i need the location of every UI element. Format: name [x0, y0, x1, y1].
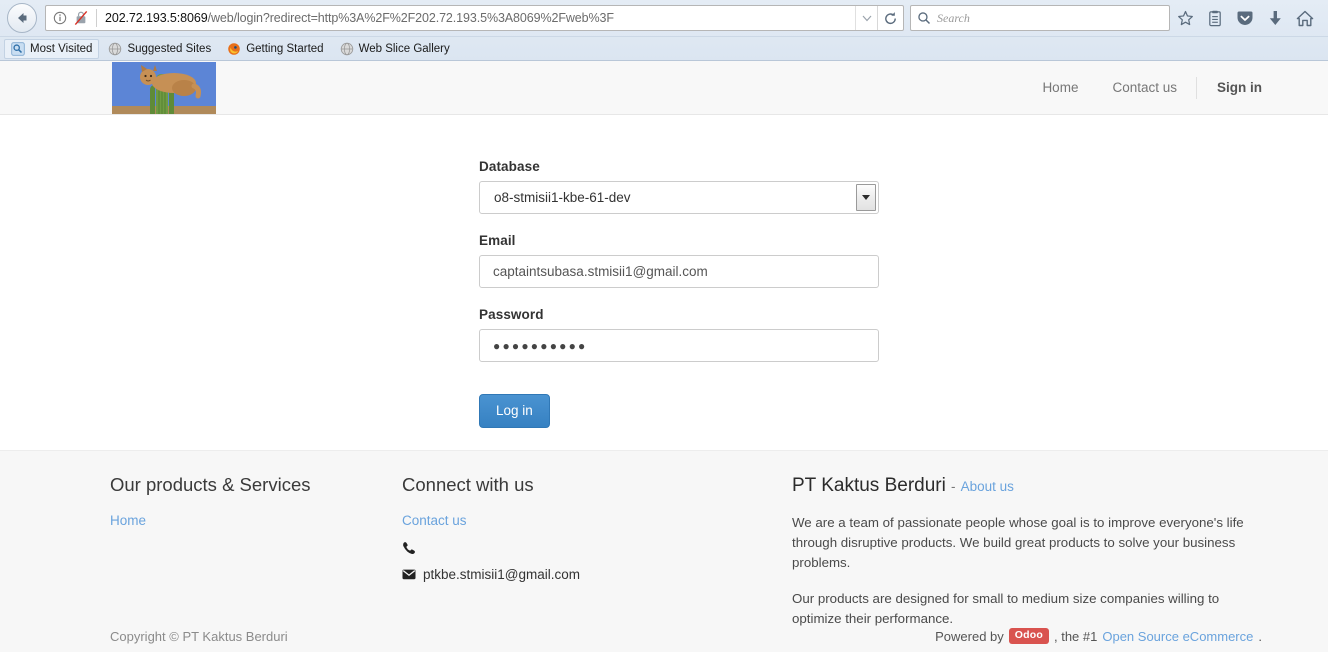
- address-bar-icons: [46, 10, 96, 26]
- bookmark-label: Web Slice Gallery: [359, 43, 450, 55]
- star-icon: [1177, 10, 1194, 27]
- downloads-button[interactable]: [1266, 9, 1284, 27]
- bookmark-suggested-sites[interactable]: Suggested Sites: [101, 39, 218, 59]
- address-bar-url[interactable]: 202.72.193.5:8069/web/login?redirect=htt…: [97, 11, 855, 25]
- copyright-text: Copyright © PT Kaktus Berduri: [110, 629, 288, 644]
- footer-products-title: Our products & Services: [110, 473, 402, 497]
- search-bar[interactable]: Search: [910, 5, 1170, 31]
- login-form: Database o8-stmisii1-kbe-61-dev Email Pa…: [479, 159, 879, 428]
- footer-company-title: PT Kaktus Berduri - About us: [792, 473, 1262, 499]
- reload-button[interactable]: [877, 6, 903, 30]
- browser-chrome: 202.72.193.5:8069/web/login?redirect=htt…: [0, 0, 1328, 61]
- database-select[interactable]: o8-stmisii1-kbe-61-dev: [479, 181, 879, 214]
- login-section: Database o8-stmisii1-kbe-61-dev Email Pa…: [0, 115, 1328, 450]
- chevron-down-icon: [862, 195, 870, 200]
- bookmark-label: Suggested Sites: [127, 43, 211, 55]
- email-label: Email: [479, 233, 879, 248]
- copyright-bar: Copyright © PT Kaktus Berduri Powered by…: [0, 616, 1328, 652]
- footer-column-products: Our products & Services Home: [110, 473, 402, 629]
- log-in-button[interactable]: Log in: [479, 394, 550, 428]
- search-placeholder: Search: [937, 11, 970, 26]
- page-info-icon[interactable]: [53, 11, 67, 25]
- powered-suffix: .: [1258, 629, 1262, 644]
- footer-dash: -: [951, 479, 956, 494]
- password-label: Password: [479, 307, 879, 322]
- bookmark-getting-started[interactable]: Getting Started: [220, 39, 330, 59]
- bookmark-most-visited[interactable]: Most Visited: [4, 39, 99, 59]
- footer-column-company: PT Kaktus Berduri - About us We are a te…: [792, 473, 1262, 629]
- most-visited-icon: [11, 42, 25, 56]
- url-host: 202.72.193.5:8069: [105, 11, 208, 25]
- globe-icon: [340, 42, 354, 56]
- site-navigation: Home Contact us Sign in: [1025, 77, 1262, 99]
- email-input[interactable]: [479, 255, 879, 288]
- globe-icon: [108, 42, 122, 56]
- search-icon: [917, 11, 931, 25]
- chevron-down-icon: [862, 15, 872, 22]
- database-select-arrow[interactable]: [856, 184, 876, 211]
- nav-divider: [1196, 77, 1197, 99]
- reader-list-button[interactable]: [1206, 9, 1224, 27]
- site-header: Home Contact us Sign in: [0, 61, 1328, 115]
- bookmark-label: Most Visited: [30, 43, 92, 55]
- page-content: Home Contact us Sign in Database o8-stmi…: [0, 61, 1328, 652]
- browser-toolbar-icons: [1176, 9, 1324, 27]
- envelope-icon: [402, 569, 416, 580]
- cat-on-cactus-logo: [112, 62, 216, 114]
- browser-navigation-bar: 202.72.193.5:8069/web/login?redirect=htt…: [0, 0, 1328, 36]
- bookmark-label: Getting Started: [246, 43, 323, 55]
- odoo-badge[interactable]: Odoo: [1009, 628, 1049, 644]
- footer-email-value[interactable]: ptkbe.stmisii1@gmail.com: [423, 565, 580, 584]
- email-field-group: Email: [479, 233, 879, 288]
- powered-link-ecommerce[interactable]: Open Source eCommerce: [1102, 629, 1253, 644]
- footer-connect-title: Connect with us: [402, 473, 792, 497]
- footer-link-home[interactable]: Home: [110, 511, 146, 531]
- home-icon: [1296, 10, 1314, 27]
- footer-link-contact-us[interactable]: Contact us: [402, 511, 467, 531]
- home-button[interactable]: [1296, 9, 1314, 27]
- password-input[interactable]: ●●●●●●●●●●: [479, 329, 879, 362]
- nav-link-contact-us[interactable]: Contact us: [1095, 78, 1194, 98]
- pocket-button[interactable]: [1236, 9, 1254, 27]
- site-logo[interactable]: [112, 62, 216, 114]
- footer-paragraph-1: We are a team of passionate people whose…: [792, 513, 1252, 573]
- address-bar-dropdown-button[interactable]: [855, 6, 877, 30]
- database-label: Database: [479, 159, 879, 174]
- firefox-icon: [227, 42, 241, 56]
- bookmarks-bar: Most Visited Suggested Sites Getting Sta…: [0, 36, 1328, 60]
- footer-link-about-us[interactable]: About us: [961, 479, 1014, 494]
- footer-column-connect: Connect with us Contact us ptkbe.stmisii…: [402, 473, 792, 629]
- powered-prefix: Powered by: [935, 629, 1004, 644]
- reader-list-icon: [1207, 10, 1223, 27]
- database-field-group: Database o8-stmisii1-kbe-61-dev: [479, 159, 879, 214]
- password-field-group: Password ●●●●●●●●●●: [479, 307, 879, 362]
- reload-icon: [883, 11, 898, 26]
- back-button[interactable]: [7, 3, 37, 33]
- site-footer: Our products & Services Home Connect wit…: [0, 450, 1328, 652]
- url-path: /web/login?redirect=http%3A%2F%2F202.72.…: [208, 11, 614, 25]
- phone-icon: [402, 541, 415, 555]
- footer-email-row: ptkbe.stmisii1@gmail.com: [402, 565, 792, 584]
- broken-lock-icon[interactable]: [74, 10, 88, 26]
- footer-columns: Our products & Services Home Connect wit…: [0, 473, 1328, 629]
- database-selected-value: o8-stmisii1-kbe-61-dev: [480, 182, 856, 213]
- bookmark-web-slice-gallery[interactable]: Web Slice Gallery: [333, 39, 457, 59]
- bookmark-star-button[interactable]: [1176, 9, 1194, 27]
- footer-company-name: PT Kaktus Berduri: [792, 475, 946, 496]
- powered-middle: , the #1: [1054, 629, 1097, 644]
- footer-phone-row: [402, 541, 792, 555]
- nav-link-sign-in[interactable]: Sign in: [1199, 78, 1262, 98]
- address-bar[interactable]: 202.72.193.5:8069/web/login?redirect=htt…: [45, 5, 904, 31]
- powered-by: Powered by Odoo , the #1 Open Source eCo…: [935, 628, 1262, 644]
- pocket-shield-icon: [1236, 10, 1254, 27]
- back-arrow-icon: [14, 10, 30, 26]
- nav-link-home[interactable]: Home: [1025, 78, 1095, 98]
- download-arrow-icon: [1268, 10, 1283, 27]
